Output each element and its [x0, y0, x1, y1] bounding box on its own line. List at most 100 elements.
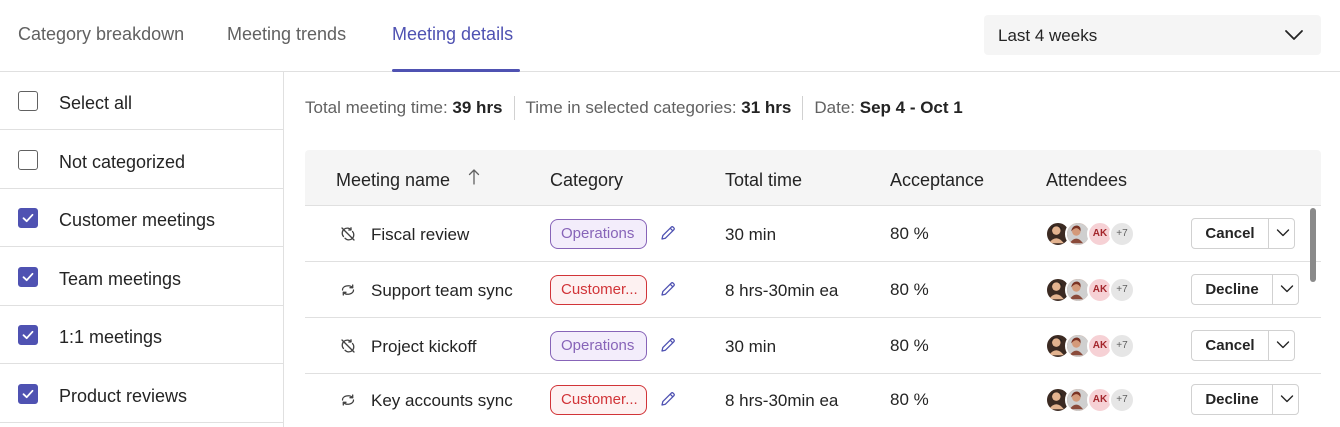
table-row[interactable]: Project kickoff Operations 30 min 80 % AK +7 C…	[305, 318, 1321, 374]
recurrence-off-icon	[340, 226, 356, 242]
summary-bar: Total meeting time: 39 hrs Time in select…	[305, 96, 963, 120]
checkmark-icon	[22, 330, 34, 340]
checkmark-icon	[22, 213, 34, 223]
chevron-down-icon	[1280, 395, 1294, 403]
edit-pencil-icon[interactable]	[659, 336, 677, 354]
decline-button[interactable]: Decline	[1192, 385, 1273, 414]
meeting-name: Support team sync	[371, 281, 513, 300]
table-header: Meeting name Category Total time Accepta…	[305, 150, 1321, 206]
cancel-button[interactable]: Cancel	[1192, 219, 1269, 248]
total-meeting-time-label: Total meeting time:	[305, 98, 448, 117]
column-header-attendees[interactable]: Attendees	[1046, 170, 1127, 191]
filter-row[interactable]: 1:1 meetings	[0, 306, 283, 364]
checkmark-icon	[22, 389, 34, 398]
more-attendees-badge: +7	[1109, 277, 1135, 303]
attendees-avatars[interactable]: AK +7	[1045, 277, 1137, 303]
cancel-button[interactable]: Cancel	[1192, 331, 1269, 360]
meeting-name: Key accounts sync	[371, 391, 513, 410]
category-pill[interactable]: Customer...	[550, 385, 647, 415]
total-time-cell: 8 hrs-30min ea	[725, 281, 839, 300]
more-actions-dropdown[interactable]	[1273, 385, 1301, 414]
chevron-down-icon	[1276, 229, 1290, 237]
selected-time-label: Time in selected categories:	[525, 98, 737, 117]
column-header-total-time[interactable]: Total time	[725, 170, 802, 191]
date-value: Sep 4 - Oct 1	[859, 98, 963, 117]
filter-checkbox[interactable]	[18, 383, 38, 404]
column-header-meeting-name[interactable]: Meeting name	[336, 170, 450, 191]
cancel-split-button[interactable]: Cancel	[1191, 218, 1295, 249]
filter-label: Select all	[59, 93, 133, 113]
cancel-split-button[interactable]: Cancel	[1191, 330, 1295, 361]
selected-categories-time: Time in selected categories: 31 hrs	[526, 98, 792, 118]
sort-ascending-icon[interactable]	[468, 168, 480, 186]
more-attendees-badge: +7	[1109, 333, 1135, 359]
acceptance-cell: 80 %	[890, 390, 929, 409]
filter-checkbox[interactable]	[18, 325, 38, 345]
filter-label: Customer meetings	[59, 210, 216, 230]
table-row[interactable]: Fiscal review Operations 30 min 80 % AK +7 Can…	[305, 206, 1321, 262]
filter-checkbox[interactable]	[18, 208, 38, 228]
filter-checkbox[interactable]	[18, 149, 38, 170]
divider	[802, 96, 804, 120]
total-meeting-time-value: 39 hrs	[452, 98, 503, 117]
date-range-summary: Date: Sep 4 - Oct 1	[814, 98, 962, 118]
checkmark-icon	[22, 272, 34, 281]
total-time-cell: 30 min	[725, 337, 777, 356]
filter-checkbox[interactable]	[18, 91, 38, 111]
more-actions-dropdown[interactable]	[1273, 275, 1301, 304]
category-filter-panel: Select all Not categorized Customer meetin…	[0, 72, 284, 427]
total-meeting-time: Total meeting time: 39 hrs	[305, 98, 503, 118]
total-time-cell: 8 hrs-30min ea	[725, 391, 839, 410]
filter-row[interactable]: Select all	[0, 72, 283, 130]
edit-pencil-icon[interactable]	[659, 224, 677, 242]
filter-row[interactable]: Product reviews	[0, 365, 283, 423]
acceptance-cell: 80 %	[890, 224, 929, 243]
filter-checkbox[interactable]	[18, 266, 38, 287]
tab-category-breakdown[interactable]: Category breakdown	[18, 24, 184, 45]
column-header-acceptance[interactable]: Acceptance	[890, 170, 984, 191]
decline-button[interactable]: Decline	[1192, 275, 1273, 304]
edit-pencil-icon[interactable]	[659, 280, 677, 298]
recurrence-off-icon	[340, 338, 356, 354]
attendees-avatars[interactable]: AK +7	[1045, 387, 1137, 413]
meetings-table: Meeting name Category Total time Accepta…	[305, 150, 1321, 427]
decline-split-button[interactable]: Decline	[1191, 384, 1299, 415]
table-scrollbar[interactable]	[1310, 208, 1316, 282]
tab-meeting-trends[interactable]: Meeting trends	[227, 24, 346, 45]
edit-pencil-icon[interactable]	[659, 390, 677, 408]
divider	[513, 96, 515, 120]
date-label: Date:	[814, 98, 856, 117]
more-actions-dropdown[interactable]	[1269, 219, 1297, 248]
more-attendees-badge: +7	[1109, 387, 1135, 413]
filter-row[interactable]: Not categorized	[0, 131, 283, 189]
table-row[interactable]: Support team sync Customer... 8 hrs-30min …	[305, 262, 1321, 318]
attendees-avatars[interactable]: AK +7	[1045, 221, 1137, 247]
filter-label: Product reviews	[59, 385, 188, 406]
category-pill[interactable]: Operations	[550, 219, 647, 249]
category-pill[interactable]: Operations	[550, 331, 647, 361]
decline-split-button[interactable]: Decline	[1191, 274, 1299, 305]
attendees-avatars[interactable]: AK +7	[1045, 333, 1137, 359]
filter-label: Not categorized	[59, 151, 186, 172]
table-row[interactable]: Key accounts sync Customer... 8 hrs-30min …	[305, 372, 1321, 427]
chevron-down-icon	[1280, 285, 1294, 293]
active-tab-indicator	[392, 69, 520, 72]
date-range-dropdown[interactable]: Last 4 weeks	[984, 15, 1321, 55]
tab-meeting-details[interactable]: Meeting details	[392, 24, 513, 45]
recurrence-icon	[340, 282, 356, 298]
more-attendees-badge: +7	[1109, 221, 1135, 247]
meeting-name: Fiscal review	[371, 225, 470, 244]
date-range-value: Last 4 weeks	[998, 26, 1098, 45]
acceptance-cell: 80 %	[890, 336, 929, 355]
meeting-name: Project kickoff	[371, 337, 477, 356]
more-actions-dropdown[interactable]	[1269, 331, 1297, 360]
tab-bar: Category breakdown Meeting trends Meetin…	[0, 0, 1340, 72]
filter-row[interactable]: Customer meetings	[0, 189, 283, 247]
chevron-down-icon	[1285, 30, 1303, 40]
column-header-category[interactable]: Category	[550, 170, 623, 191]
total-time-cell: 30 min	[725, 225, 777, 244]
recurrence-icon	[340, 392, 356, 408]
category-pill[interactable]: Customer...	[550, 275, 647, 305]
filter-row[interactable]: Team meetings	[0, 248, 283, 306]
filter-label: Team meetings	[59, 268, 182, 289]
